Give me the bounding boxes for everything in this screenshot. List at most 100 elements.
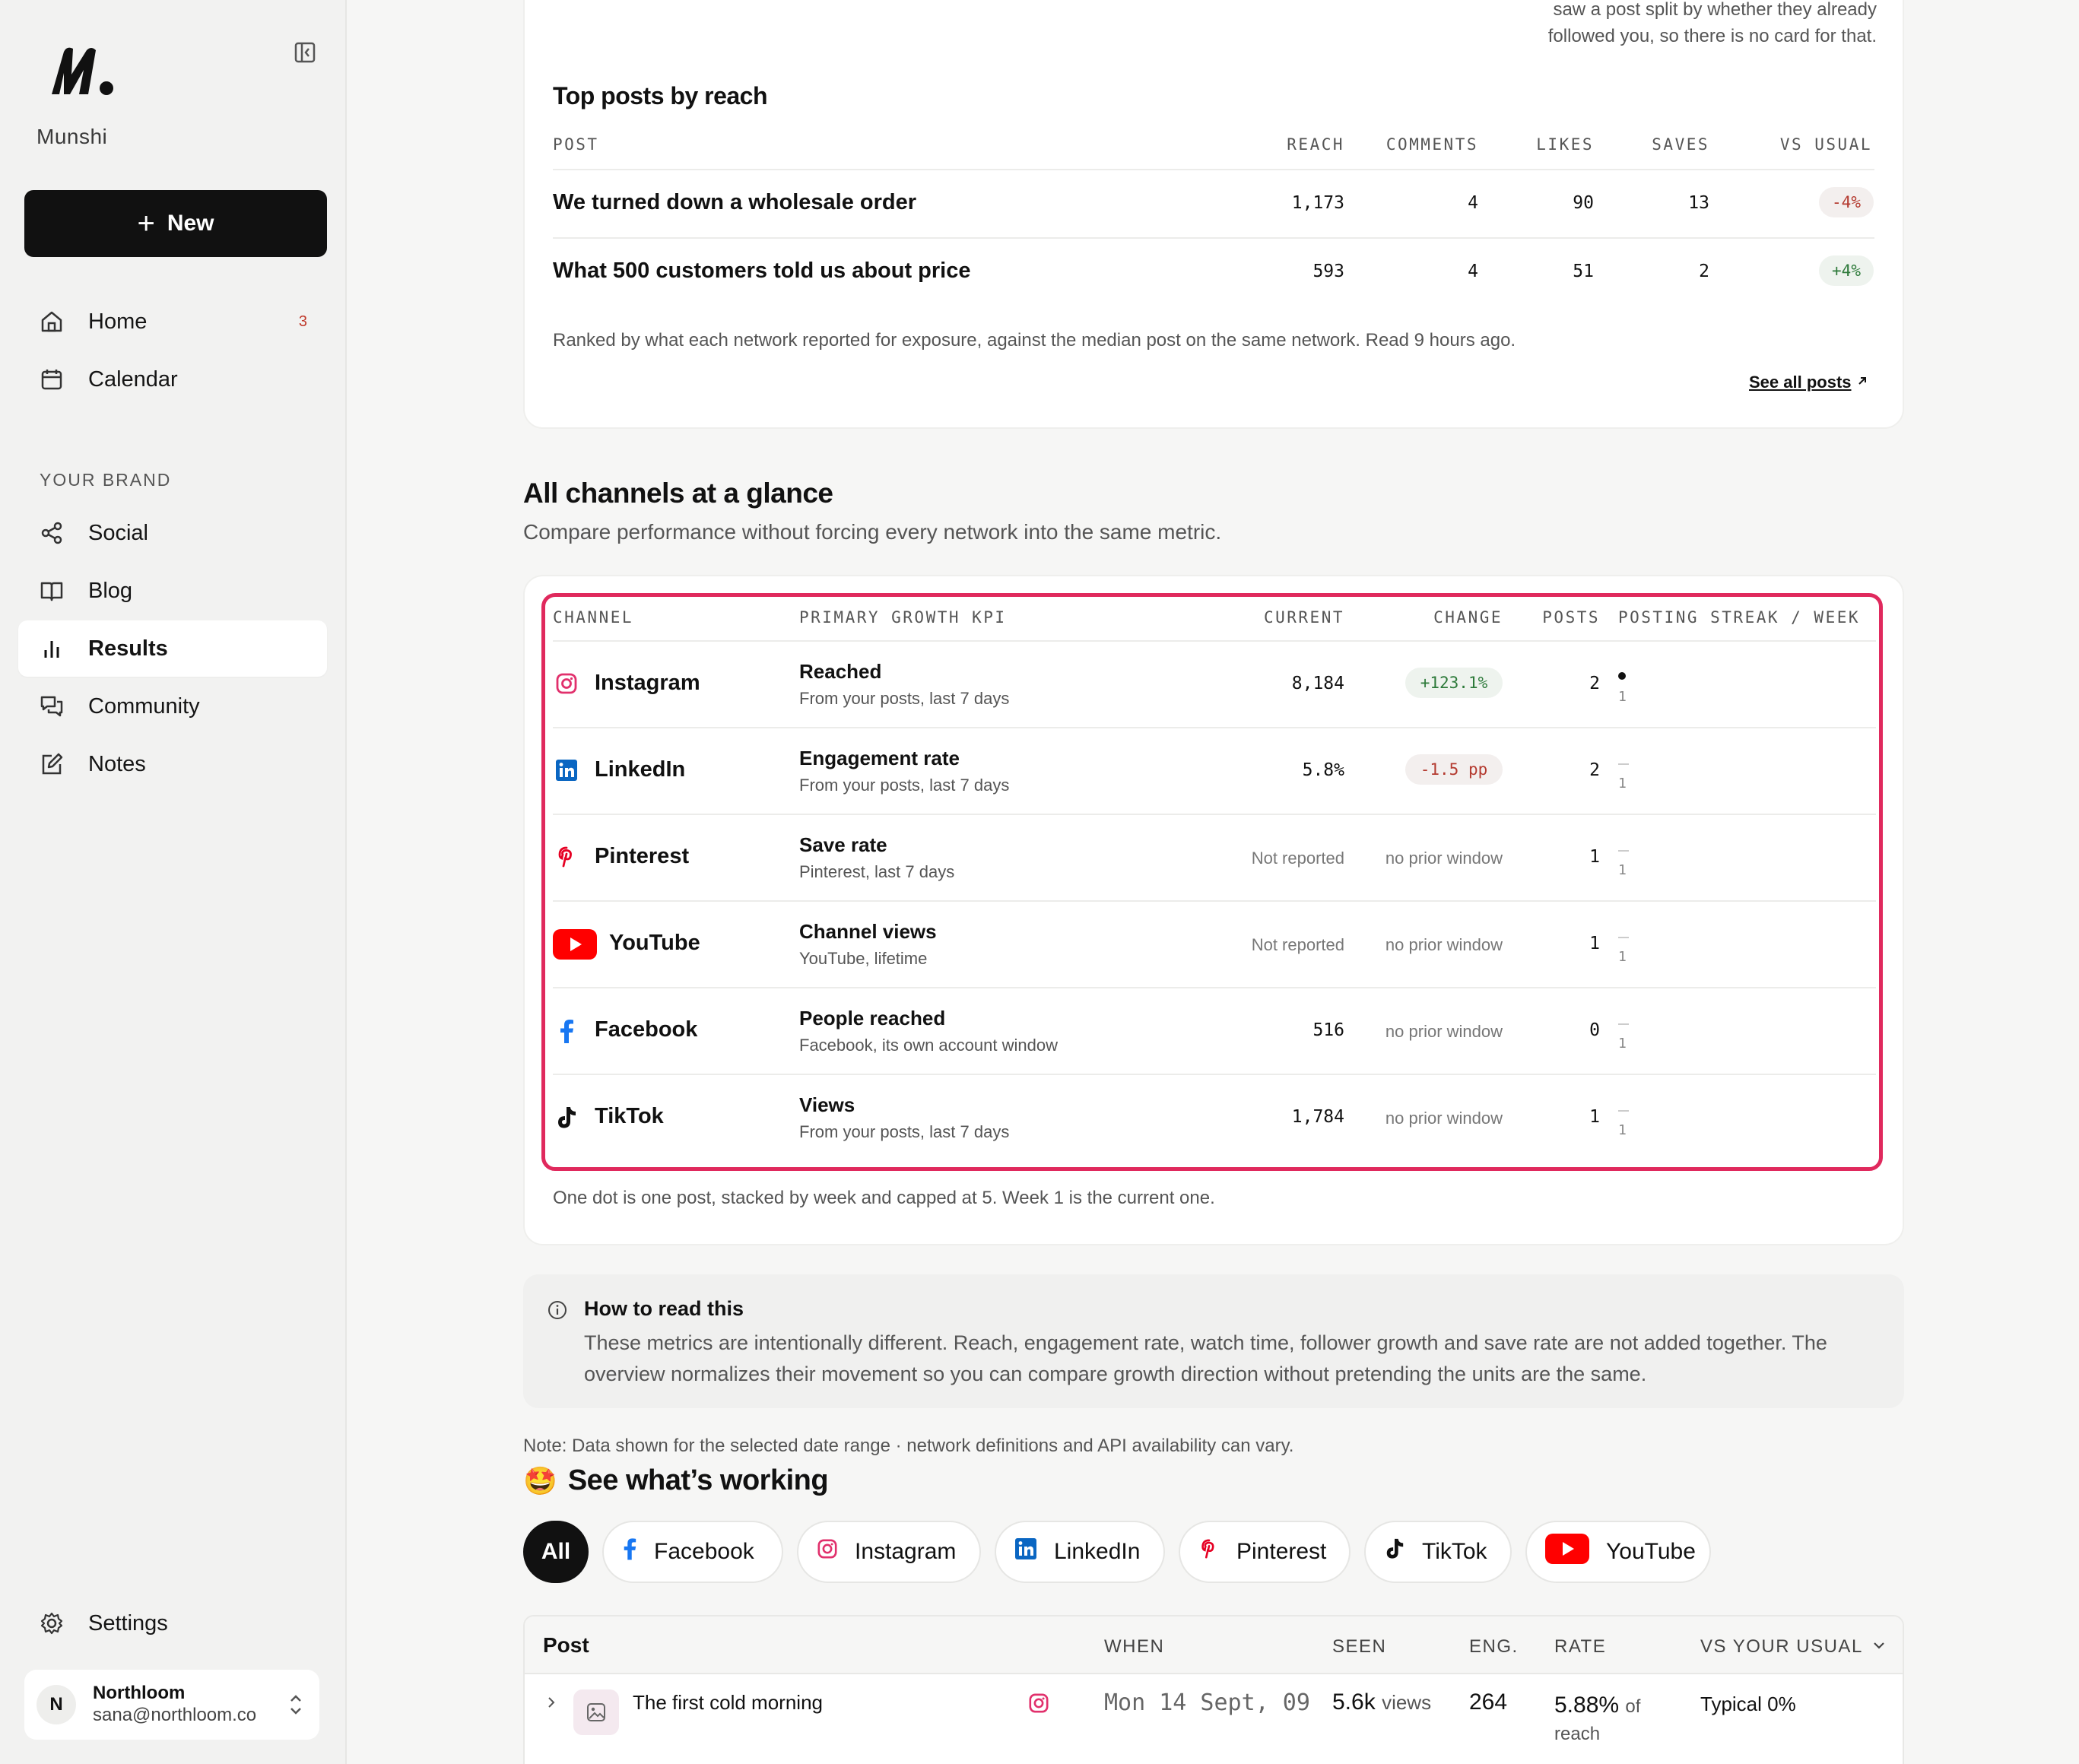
change-value: no prior window [1385, 935, 1503, 954]
how-to-read-box: How to read this These metrics are inten… [523, 1274, 1904, 1408]
filter-pinterest[interactable]: Pinterest [1179, 1521, 1351, 1583]
account-switcher[interactable]: N Northloom sana@northloom.co [24, 1670, 319, 1740]
comments-value: 4 [1468, 262, 1478, 281]
post-title[interactable]: We turned down a wholesale order [553, 190, 916, 215]
star-eyes-emoji-icon: 🤩 [523, 1464, 557, 1496]
image-placeholder-icon [573, 1689, 619, 1735]
filter-label: Instagram [855, 1539, 957, 1564]
edit-icon [38, 750, 65, 778]
column-header: POST [553, 135, 599, 154]
streak-empty [1618, 1110, 1629, 1112]
collapse-sidebar-icon[interactable] [294, 41, 316, 64]
change-value: no prior window [1385, 1022, 1503, 1041]
sort-vs-usual[interactable]: VS YOUR USUAL [1700, 1636, 1886, 1658]
divider [553, 987, 1876, 988]
current-value: 8,184 [1291, 674, 1344, 693]
rate-value: 5.88% [1554, 1693, 1620, 1718]
kpi-subtitle: YouTube, lifetime [799, 949, 928, 968]
instagram-icon [817, 1538, 838, 1566]
sidebar: Munshi + New Home 3 Calendar YOUR BRAND … [0, 0, 347, 1764]
channel-name: Facebook [595, 1017, 698, 1042]
streak-week: 1 [1618, 1036, 1627, 1052]
kpi-subtitle: Pinterest, last 7 days [799, 862, 955, 881]
sidebar-item-blog[interactable]: Blog [18, 563, 327, 619]
rate-unit: of [1625, 1696, 1641, 1717]
column-header: RATE [1554, 1636, 1607, 1657]
streak-week: 1 [1618, 689, 1627, 705]
likes-value: 51 [1573, 262, 1594, 281]
sidebar-item-results[interactable]: Results [18, 620, 327, 677]
channels-subtitle: Compare performance without forcing ever… [523, 520, 1222, 544]
chevron-updown-icon [287, 1691, 304, 1722]
current-value: Not reported [1251, 849, 1344, 868]
sidebar-item-home[interactable]: Home 3 [18, 293, 327, 350]
top-posts-caption: Ranked by what each network reported for… [553, 330, 1516, 351]
streak-week: 1 [1618, 949, 1627, 965]
account-email: sana@northloom.co [93, 1705, 257, 1725]
sidebar-item-label: Social [88, 520, 148, 545]
tiktok-icon [555, 1106, 578, 1134]
book-icon [38, 577, 65, 604]
column-header: POSTING STREAK / WEEK [1618, 608, 1861, 627]
post-title[interactable]: What 500 customers told us about price [553, 259, 971, 284]
filter-youtube[interactable]: YouTube [1525, 1521, 1711, 1583]
change-value: no prior window [1385, 1109, 1503, 1128]
munshi-logo-icon[interactable] [49, 44, 117, 99]
chevron-down-icon [1872, 1640, 1886, 1654]
linkedin-icon [555, 759, 578, 785]
new-button-label: New [167, 211, 214, 236]
filter-facebook[interactable]: Facebook [602, 1521, 783, 1583]
current-value: 1,784 [1291, 1107, 1344, 1127]
filter-all[interactable]: All [523, 1521, 589, 1583]
column-header: Post [543, 1633, 589, 1657]
sidebar-item-calendar[interactable]: Calendar [18, 351, 327, 408]
see-all-posts-link[interactable]: See all posts [1749, 373, 1868, 392]
sidebar-item-label: Notes [88, 751, 146, 776]
post-engagement: 264 [1469, 1689, 1508, 1715]
filter-linkedin[interactable]: LinkedIn [995, 1521, 1165, 1583]
filter-instagram[interactable]: Instagram [797, 1521, 981, 1583]
column-header: VS USUAL [1779, 135, 1872, 154]
plus-icon: + [137, 207, 155, 240]
sidebar-item-community[interactable]: Community [18, 678, 327, 734]
change-badge: -1.5 pp [1405, 754, 1503, 785]
streak-empty [1618, 937, 1629, 938]
divider [553, 727, 1876, 728]
kpi-title: Engagement rate [799, 747, 960, 769]
filter-label: TikTok [1422, 1539, 1487, 1564]
filter-tiktok[interactable]: TikTok [1364, 1521, 1512, 1583]
kpi-title: Views [799, 1093, 855, 1116]
posts-count: 1 [1589, 934, 1600, 953]
top-posts-title: Top posts by reach [553, 82, 768, 109]
posts-count: 1 [1589, 847, 1600, 867]
sidebar-item-notes[interactable]: Notes [18, 736, 327, 792]
channels-title: All channels at a glance [523, 477, 833, 509]
divider [553, 169, 1874, 170]
filter-label: Pinterest [1236, 1539, 1327, 1564]
new-button[interactable]: + New [24, 190, 327, 257]
divider [553, 237, 1874, 239]
working-heading: 🤩 See what’s working [523, 1464, 829, 1497]
chevron-right-icon[interactable] [546, 1696, 557, 1713]
current-value: 516 [1312, 1020, 1344, 1040]
instagram-icon [555, 672, 578, 699]
working-title: See what’s working [567, 1464, 829, 1496]
streak-empty [1618, 763, 1629, 765]
section-label: YOUR BRAND [40, 470, 172, 490]
top-note: saw a post split by whether they already… [1547, 0, 1877, 46]
current-value: Not reported [1251, 935, 1344, 954]
post-title[interactable]: The first cold morning [633, 1691, 823, 1715]
column-header: SAVES [1652, 135, 1709, 154]
reach-value: 593 [1312, 262, 1344, 281]
current-value: 5.8% [1302, 760, 1344, 780]
column-header: ENG. [1469, 1636, 1519, 1657]
posts-table-header [525, 1616, 1903, 1674]
channel-name: LinkedIn [595, 757, 686, 782]
sidebar-item-social[interactable]: Social [18, 505, 327, 561]
filter-label: YouTube [1606, 1539, 1696, 1564]
how-to-read-title: How to read this [584, 1297, 744, 1320]
kpi-title: Reached [799, 660, 882, 683]
sidebar-item-settings[interactable]: Settings [18, 1595, 327, 1651]
facebook-icon [558, 1019, 575, 1047]
kpi-title: Channel views [799, 920, 937, 943]
